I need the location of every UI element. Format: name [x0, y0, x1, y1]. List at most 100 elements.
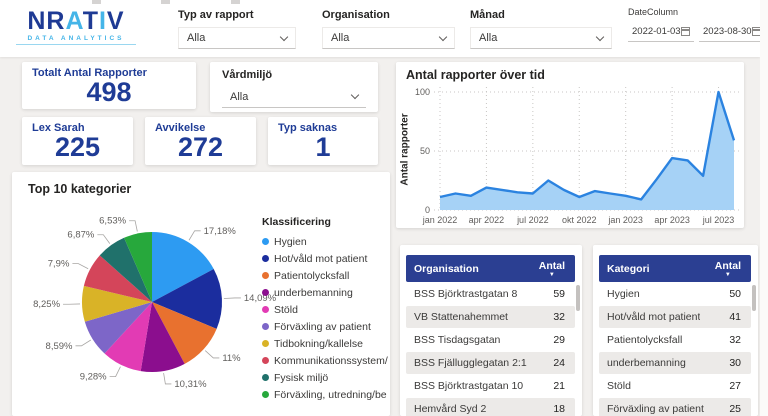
pie-label-line: [110, 367, 121, 377]
legend-color-dot: [262, 357, 269, 364]
x-axis-tick: jul 2023: [702, 215, 735, 225]
x-axis-tick: jan 2023: [607, 215, 643, 225]
legend-item-label: Hygien: [274, 236, 307, 248]
start-date-input[interactable]: 2022-01-03: [628, 22, 694, 42]
table-scrollbar[interactable]: [576, 285, 580, 311]
date-filter-label: DateColumn: [628, 7, 765, 17]
table-row[interactable]: BSS Björktrastgatan 1021: [406, 375, 575, 397]
legend-item[interactable]: Stöld: [262, 301, 388, 318]
column-header-antal[interactable]: Antal ▼: [715, 262, 741, 280]
table-row[interactable]: Patientolycksfall32: [599, 329, 751, 351]
legend-items: Hygien Hot/våld mot patient Patientolycksf…: [262, 233, 388, 403]
pie-percent-label: 8,25%: [33, 299, 60, 310]
legend-item[interactable]: Patientolycksfall: [262, 267, 388, 284]
table-row[interactable]: BSS Fjällugglegatan 2:124: [406, 352, 575, 374]
pie-label-line: [72, 264, 88, 269]
column-header-antal[interactable]: Antal ▼: [539, 262, 565, 280]
row-name: BSS Björktrastgatan 8: [414, 288, 517, 300]
row-name: Patientolycksfall: [607, 334, 682, 346]
legend-item-label: Patientolycksfall: [274, 270, 349, 282]
x-axis-tick: okt 2022: [562, 215, 597, 225]
pie-label-line: [189, 231, 201, 240]
date-range-filter: DateColumn 2022-01-03 2023-08-30: [628, 7, 765, 42]
x-axis-tick: jul 2022: [516, 215, 549, 225]
table-row[interactable]: Förväxling av patient25: [599, 398, 751, 416]
legend-item-label: Fysisk miljö: [274, 372, 328, 384]
row-name: Hygien: [607, 288, 640, 300]
end-date-input[interactable]: 2023-08-30: [699, 22, 765, 42]
table-row[interactable]: Stöld 27: [599, 375, 751, 397]
filter-manad: Månad Alla: [470, 9, 612, 49]
row-value: 30: [723, 357, 741, 369]
table-header[interactable]: Organisation Antal ▼: [406, 255, 575, 282]
right-edge-strip: [760, 0, 768, 416]
logo-wordmark: NRATIV: [16, 8, 136, 35]
table-header[interactable]: Kategori Antal ▼: [599, 255, 751, 282]
legend-title: Klassificering: [262, 216, 388, 228]
sort-desc-icon: ▼: [539, 271, 565, 280]
legend-item[interactable]: Tidbokning/kallelse: [262, 335, 388, 352]
cut-off-toolbar-icon: [161, 0, 170, 4]
column-header-kategori[interactable]: Kategori: [607, 263, 650, 275]
vardmiljo-label: Vårdmiljö: [222, 69, 378, 81]
vardmiljo-dropdown[interactable]: Alla: [222, 86, 366, 108]
row-name: Hot/våld mot patient: [607, 311, 700, 323]
row-name: Stöld: [607, 380, 631, 392]
row-value: 18: [547, 403, 565, 415]
legend-item-label: Stöld: [274, 304, 298, 316]
legend-item-label: Tidbokning/kallelse: [274, 338, 363, 350]
kpi-value: 498: [22, 79, 196, 106]
legend-color-dot: [262, 323, 269, 330]
manad-dropdown[interactable]: Alla: [470, 27, 612, 49]
table-row[interactable]: BSS Tisdagsgatan29: [406, 329, 575, 351]
legend-color-dot: [262, 306, 269, 313]
row-value: 25: [723, 403, 741, 415]
filter-label: Organisation: [322, 9, 455, 21]
table-row[interactable]: Hot/våld mot patient41: [599, 306, 751, 328]
pie-percent-label: 6,87%: [67, 230, 94, 241]
dropdown-value: Alla: [187, 32, 205, 44]
x-axis-tick: apr 2022: [469, 215, 505, 225]
pie-label-line: [129, 221, 137, 232]
row-value: 27: [723, 380, 741, 392]
legend-item-label: Förväxling, utredning/be…: [274, 389, 388, 401]
pie-percent-label: 11%: [222, 353, 241, 364]
organisation-dropdown[interactable]: Alla: [322, 27, 455, 49]
column-header-organisation[interactable]: Organisation: [414, 263, 479, 275]
chevron-down-icon: [439, 32, 447, 40]
legend-item[interactable]: Kommunikationssystem/…: [262, 352, 388, 369]
start-date-value: 2022-01-03: [632, 26, 681, 37]
legend-item[interactable]: Hygien: [262, 233, 388, 250]
legend-item[interactable]: underbemanning: [262, 284, 388, 301]
calendar-icon[interactable]: [681, 27, 690, 36]
legend-item[interactable]: Förväxling, utredning/be…: [262, 386, 388, 403]
kpi-value: 225: [22, 134, 133, 161]
kpi-card-total: Totalt Antal Rapporter 498: [22, 62, 196, 109]
organisation-table-card: Organisation Antal ▼ BSS Björktrastgatan…: [400, 245, 582, 416]
chevron-down-icon: [280, 32, 288, 40]
filter-organisation: Organisation Alla: [322, 9, 455, 49]
chevron-down-icon: [351, 91, 359, 99]
kategori-table: Kategori Antal ▼ Hygien50Hot/våld mot pa…: [599, 255, 751, 416]
pie-chart-card: Top 10 kategorier 17,18%14,09%11%10,31%9…: [12, 172, 390, 416]
table-row[interactable]: underbemanning30: [599, 352, 751, 374]
legend-item-label: underbemanning: [274, 287, 353, 299]
legend-color-dot: [262, 272, 269, 279]
pie-percent-label: 10,31%: [174, 379, 207, 390]
legend-item[interactable]: Förväxling av patient: [262, 318, 388, 335]
legend-item-label: Förväxling av patient: [274, 321, 371, 333]
table-row[interactable]: BSS Björktrastgatan 859: [406, 283, 575, 305]
table-row[interactable]: VB Stattenahemmet32: [406, 306, 575, 328]
legend-item[interactable]: Hot/våld mot patient: [262, 250, 388, 267]
row-value: 24: [547, 357, 565, 369]
legend-item[interactable]: Fysisk miljö: [262, 369, 388, 386]
legend-color-dot: [262, 255, 269, 262]
table-row[interactable]: Hygien50: [599, 283, 751, 305]
table-scrollbar[interactable]: [752, 285, 756, 311]
table-row[interactable]: Hemvård Syd 218: [406, 398, 575, 416]
legend-color-dot: [262, 289, 269, 296]
typ-av-rapport-dropdown[interactable]: Alla: [178, 27, 296, 49]
dropdown-value: Alla: [331, 32, 349, 44]
kpi-card-lex-sarah: Lex Sarah 225: [22, 117, 133, 165]
table-body: Hygien50Hot/våld mot patient41Patientoly…: [599, 283, 751, 416]
